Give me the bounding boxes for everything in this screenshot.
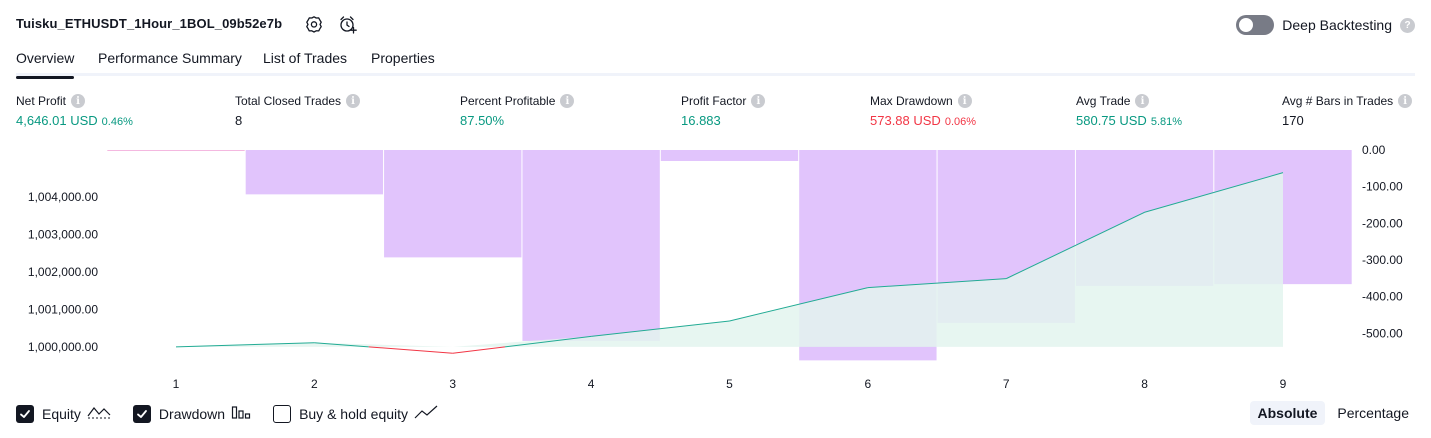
right-axis-tick-label: -300.00 [1362,253,1403,267]
left-axis-tick-label: 1,004,000.00 [28,190,98,204]
drawdown-bar [107,150,245,151]
absolute-button[interactable]: Absolute [1249,401,1326,425]
scale-mode-switch: Absolute Percentage [1249,401,1418,425]
equity-drawdown-chart[interactable]: 1,000,000.00 1,001,000.00 1,002,000.00 1,00… [0,0,1431,400]
x-axis-tick-label: 8 [1141,377,1148,391]
x-axis-tick-label: 5 [726,377,733,391]
drawdown-label: Drawdown [158,406,226,422]
x-axis-tick-label: 1 [173,377,180,391]
x-axis-tick-label: 3 [449,377,456,391]
left-axis-tick-label: 1,000,000.00 [28,340,98,354]
drawdown-bars-icon [231,404,251,425]
legend-buy-hold-equity[interactable]: Buy & hold equity [273,404,438,425]
left-axis-tick-label: 1,002,000.00 [28,265,98,279]
buy-hold-line-icon [414,404,438,425]
equity-line-segment [452,346,506,354]
buy-hold-label: Buy & hold equity [299,406,409,422]
x-axis-tick-label: 4 [588,377,595,391]
legend-drawdown[interactable]: Drawdown [132,404,251,425]
equity-line-segment [368,346,453,354]
right-axis-tick-label: -200.00 [1362,216,1403,230]
buy-hold-checkbox[interactable] [273,405,292,423]
right-axis-tick-label: 0.00 [1362,143,1386,157]
chart-legend: Equity Drawdown Buy & hold equity [16,403,460,425]
percentage-button[interactable]: Percentage [1329,401,1417,425]
right-axis-tick-label: -500.00 [1362,326,1403,340]
x-axis-tick-label: 9 [1280,377,1287,391]
left-axis-tick-label: 1,001,000.00 [28,302,98,316]
drawdown-bar [522,150,660,341]
equity-checkbox[interactable] [16,405,34,423]
equity-label: Equity [42,406,81,422]
left-axis-tick-label: 1,003,000.00 [28,227,98,241]
drawdown-checkbox[interactable] [132,405,151,423]
equity-series-icon [87,404,111,425]
right-axis-tick-label: -400.00 [1362,290,1403,304]
drawdown-bar [660,150,799,161]
x-axis-tick-label: 6 [865,377,872,391]
legend-equity[interactable]: Equity [16,404,111,425]
drawdown-bar [245,150,384,195]
x-axis-tick-label: 7 [1003,377,1010,391]
drawdown-bar [384,150,522,258]
right-axis-tick-label: -100.00 [1362,180,1403,194]
x-axis-tick-label: 2 [311,377,318,391]
